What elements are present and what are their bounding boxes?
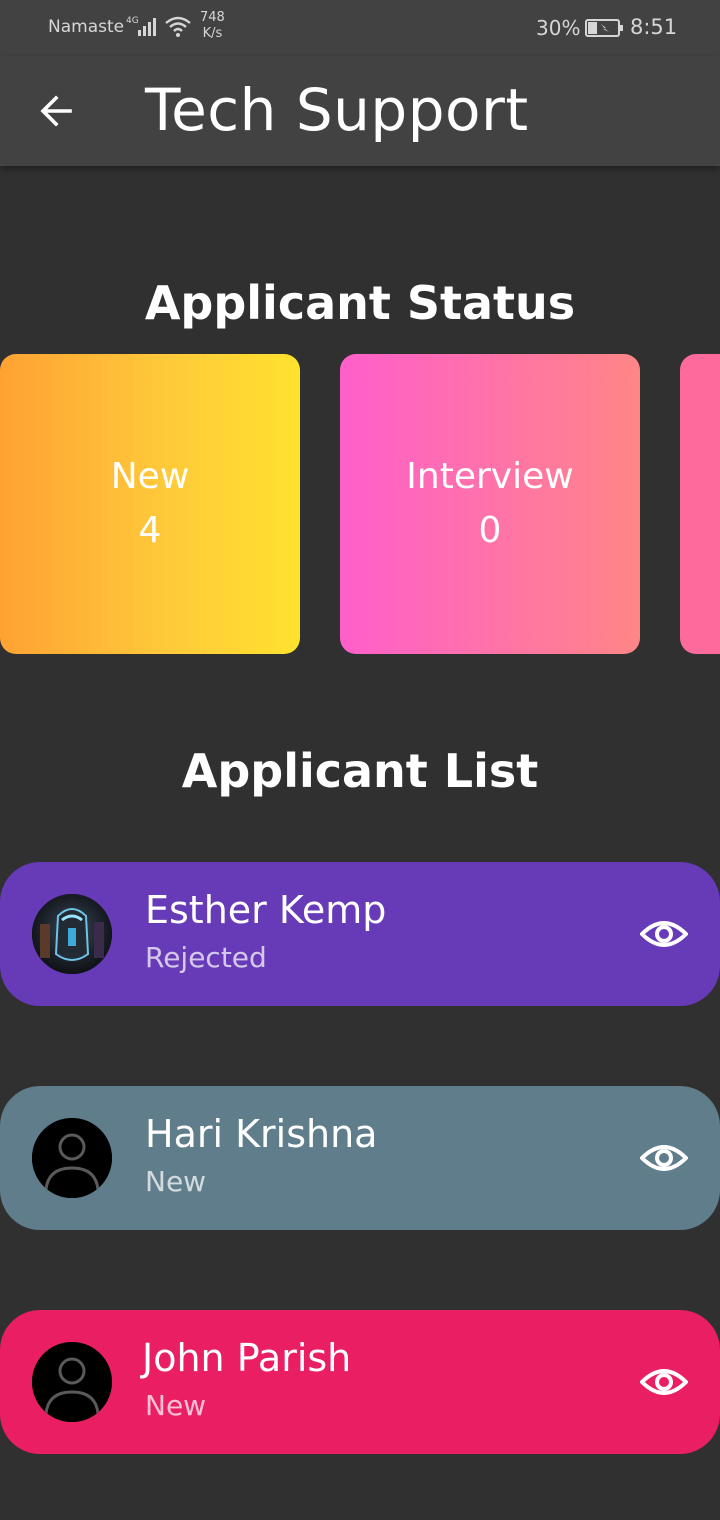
applicant-row[interactable]: Esther Kemp Rejected [0, 862, 720, 1006]
status-card-new[interactable]: New 4 [0, 354, 300, 654]
applicant-status-heading: Applicant Status [144, 276, 576, 330]
applicant-status: New [145, 1165, 207, 1198]
applicant-row[interactable]: Hari Krishna New [0, 1086, 720, 1230]
network-speed: 748 K/s [200, 10, 225, 42]
eye-icon[interactable] [639, 914, 689, 954]
avatar [32, 894, 112, 974]
person-placeholder-icon [32, 1118, 112, 1198]
app-bar: Tech Support [0, 56, 720, 166]
status-card-label: Interview [406, 456, 574, 497]
status-card-label: New [110, 456, 190, 497]
battery-charging-icon [585, 18, 625, 42]
battery-percent: 30% [536, 16, 581, 40]
status-card-interview[interactable]: Interview 0 [340, 354, 640, 654]
applicant-name: John Parish [142, 1336, 352, 1380]
signal-icon: 4G [126, 14, 160, 42]
eye-icon[interactable] [639, 1138, 689, 1178]
status-card-count: 4 [138, 510, 162, 551]
wifi-icon [164, 16, 192, 42]
page-title: Tech Support [145, 76, 529, 144]
person-placeholder-icon [32, 1342, 112, 1422]
arrow-left-icon[interactable] [36, 90, 78, 132]
status-bar: Namaste 4G 748 K/s 30% 8:51 [0, 0, 720, 56]
status-card-count: 0 [478, 510, 502, 551]
applicant-status: New [145, 1389, 207, 1422]
eye-icon[interactable] [639, 1362, 689, 1402]
applicant-status: Rejected [145, 941, 267, 974]
carrier-name: Namaste [48, 17, 125, 37]
applicant-list-heading: Applicant List [181, 744, 539, 798]
applicant-row[interactable]: John Parish New [0, 1310, 720, 1454]
network-type: 4G [126, 16, 139, 26]
applicant-name: Hari Krishna [145, 1112, 378, 1156]
status-card-partial[interactable] [680, 354, 720, 654]
applicant-name: Esther Kemp [145, 888, 387, 932]
clock: 8:51 [630, 15, 678, 39]
speed-value: 748 [200, 10, 225, 25]
speed-unit: K/s [202, 26, 223, 41]
